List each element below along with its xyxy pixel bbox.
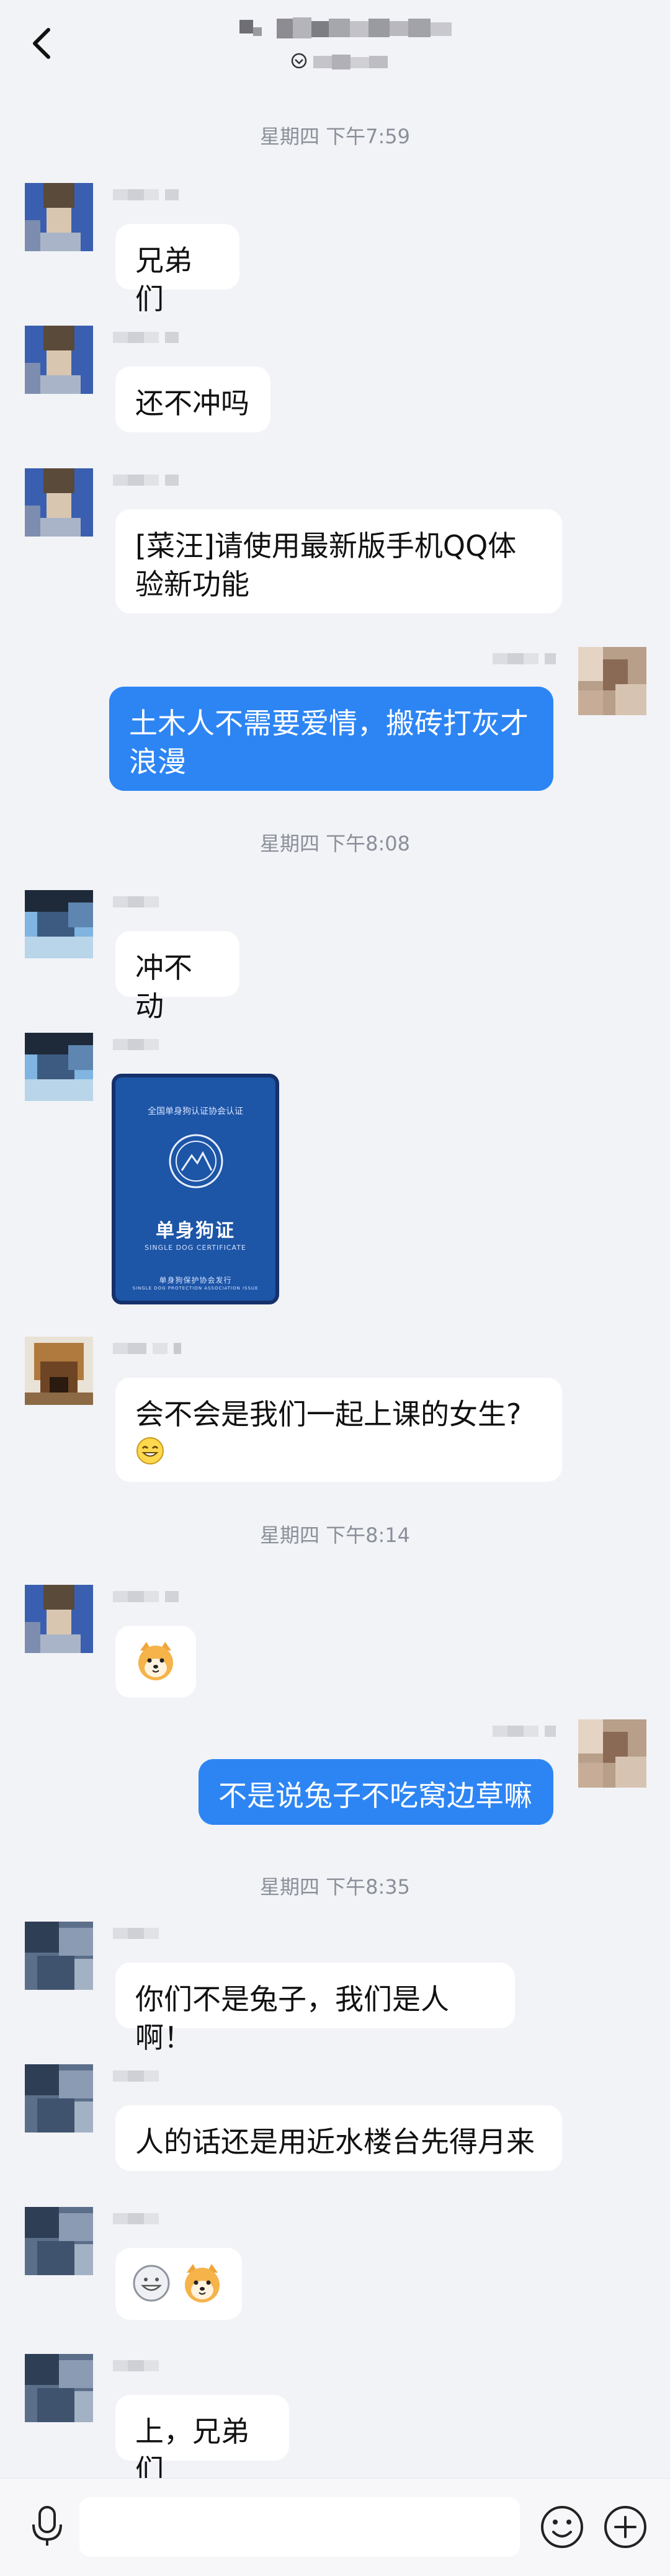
message-text: 还不冲吗 <box>135 386 249 420</box>
chat-subtitle-blurred <box>313 55 388 69</box>
message-bubble-outgoing[interactable]: 土木人不需要爱情，搬砖打灰才 浪漫 <box>109 687 553 791</box>
input-bar <box>0 2478 670 2576</box>
message-text: 土木人不需要爱情，搬砖打灰才 <box>129 706 529 740</box>
message-text: 冲不动 <box>135 951 192 1023</box>
card-issuer-text: 单身狗保护协会发行 <box>159 1276 232 1285</box>
avatar[interactable] <box>25 326 93 394</box>
message-text: 不是说兔子不吃窝边草嘛 <box>218 1779 532 1812</box>
sender-name-blurred <box>113 332 179 343</box>
sender-name-blurred <box>113 1343 181 1354</box>
sender-name-blurred <box>113 896 159 907</box>
message-text: 兄弟们 <box>135 244 192 316</box>
message-bubble[interactable]: [菜汪]请使用最新版手机QQ体 验新功能 <box>115 509 562 613</box>
dog-emoji-icon <box>138 1642 173 1680</box>
message-bubble[interactable] <box>115 1626 196 1698</box>
chat-messages[interactable]: 星期四 下午7:59 兄弟们 还不冲吗 [菜汪]请使用最新版手机QQ体 验新功能… <box>0 84 670 2487</box>
sender-name-blurred <box>113 475 179 486</box>
sender-name-blurred <box>113 2070 159 2082</box>
chat-header <box>0 0 670 84</box>
message-text: 会不会是我们一起上课的女生? <box>135 1397 522 1431</box>
message-bubble[interactable] <box>115 2248 242 2320</box>
my-avatar[interactable] <box>578 1719 646 1788</box>
my-name-blurred <box>493 1726 556 1737</box>
sender-name-blurred <box>113 2213 159 2224</box>
avatar[interactable] <box>25 1585 93 1653</box>
grin-emoji-icon <box>133 2265 170 2302</box>
plus-circle-icon[interactable] <box>602 2503 649 2551</box>
message-text: 上，兄弟们 <box>135 2415 249 2487</box>
status-circle-icon <box>291 53 307 69</box>
my-avatar[interactable] <box>578 647 646 715</box>
message-text: [菜汪]请使用最新版手机QQ体 <box>135 529 517 563</box>
card-title-text: 单身狗证 <box>156 1220 235 1242</box>
chevron-left-icon[interactable] <box>24 24 63 63</box>
message-bubble[interactable]: 人的话还是用近水楼台先得月来 <box>115 2105 562 2171</box>
message-text: 你们不是兔子，我们是人啊！ <box>135 1982 449 2054</box>
sender-name-blurred <box>113 1591 179 1602</box>
timestamp: 星期四 下午8:14 <box>259 1523 411 1547</box>
avatar[interactable] <box>25 1922 93 1990</box>
avatar[interactable] <box>25 468 93 537</box>
message-input[interactable] <box>79 2497 520 2557</box>
message-bubble[interactable]: 兄弟们 <box>115 224 239 316</box>
avatar[interactable] <box>25 2354 93 2422</box>
avatar[interactable] <box>25 183 93 251</box>
timestamp: 星期四 下午7:59 <box>259 125 411 148</box>
timestamp: 星期四 下午8:08 <box>259 832 411 855</box>
timestamp: 星期四 下午8:35 <box>259 1875 411 1899</box>
message-text: 人的话还是用近水楼台先得月来 <box>135 2125 535 2159</box>
certificate-image[interactable]: 全国单身狗认证协会认证 单身狗证 SINGLE DOG CERTIFICATE … <box>112 1074 279 1304</box>
sender-name-blurred <box>113 2360 159 2371</box>
message-bubble[interactable]: 上，兄弟们 <box>115 2395 289 2487</box>
sender-name-blurred <box>113 1928 159 1939</box>
avatar[interactable] <box>25 2064 93 2133</box>
microphone-icon[interactable] <box>25 2503 69 2548</box>
my-name-blurred <box>493 653 556 664</box>
card-header-text: 全国单身狗认证协会认证 <box>148 1107 243 1116</box>
chat-title-blurred <box>239 17 452 38</box>
card-subtitle-text: SINGLE DOG CERTIFICATE <box>145 1244 246 1252</box>
message-bubble[interactable]: 你们不是兔子，我们是人啊！ <box>115 1963 515 2054</box>
avatar[interactable] <box>25 890 93 958</box>
sender-name-blurred <box>113 189 179 200</box>
message-bubble-outgoing[interactable]: 不是说兔子不吃窝边草嘛 <box>199 1759 553 1825</box>
certificate-emblem-icon <box>169 1134 223 1188</box>
message-bubble[interactable]: 冲不动 <box>115 931 239 1023</box>
avatar[interactable] <box>25 1337 93 1405</box>
avatar[interactable] <box>25 2207 93 2275</box>
sender-name-blurred <box>113 1039 159 1050</box>
message-bubble[interactable]: 会不会是我们一起上课的女生? <box>115 1378 562 1482</box>
message-text: 浪漫 <box>129 745 186 778</box>
smile-icon[interactable] <box>538 2503 586 2551</box>
laughing-emoji-icon <box>136 1437 164 1464</box>
avatar[interactable] <box>25 1033 93 1101</box>
card-issuer-en-text: SINGLE DOG PROTECTION ASSOCIATION ISSUE <box>132 1286 259 1291</box>
message-bubble[interactable]: 还不冲吗 <box>115 367 270 432</box>
dog-emoji-icon <box>184 2264 220 2302</box>
message-text: 验新功能 <box>135 568 249 601</box>
